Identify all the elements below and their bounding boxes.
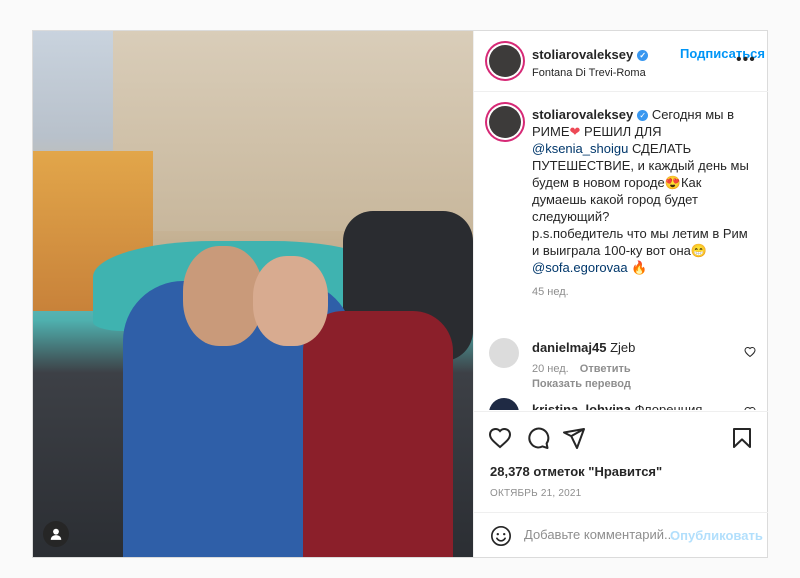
reply-button[interactable]: Ответить bbox=[580, 363, 631, 375]
photo-woman bbox=[303, 311, 453, 557]
comment-text: danielmaj45 Zjeb bbox=[532, 340, 635, 355]
likes-count[interactable]: 28,378 отметок "Нравится" bbox=[490, 464, 662, 479]
post-photo[interactable] bbox=[33, 31, 473, 557]
bookmark-icon[interactable] bbox=[730, 426, 754, 450]
comment-time[interactable]: 20 нед. bbox=[532, 363, 569, 375]
verified-icon: ✓ bbox=[637, 110, 649, 122]
photo-man-head bbox=[183, 246, 263, 346]
photo-woman-head bbox=[253, 256, 328, 346]
post-header: stoliarovaleksey ✓ Подписаться Fontana Di… bbox=[474, 31, 768, 92]
post-sidebar: stoliarovaleksey ✓ Подписаться Fontana Di… bbox=[473, 31, 768, 557]
like-comment-heart-icon[interactable] bbox=[744, 406, 756, 410]
comment-body: Флоренция bbox=[634, 402, 703, 410]
caption: stoliarovaleksey ✓ Сегодня мы в РИМЕ❤ РЕШ… bbox=[532, 106, 757, 301]
user-icon bbox=[50, 528, 62, 540]
comment-meta: 20 нед. Ответить bbox=[532, 363, 631, 375]
comments-section[interactable]: stoliarovaleksey ✓ Сегодня мы в РИМЕ❤ РЕШ… bbox=[474, 92, 768, 410]
tagged-users-button[interactable] bbox=[43, 521, 69, 547]
grin-emoji-icon: 😁 bbox=[690, 243, 708, 258]
author-username[interactable]: stoliarovaleksey ✓ bbox=[532, 47, 649, 62]
comment-text: kristina_lohvina Флоренция bbox=[532, 402, 702, 410]
comment-icon[interactable] bbox=[526, 426, 550, 450]
mention-link[interactable]: @ksenia_shoigu bbox=[532, 141, 628, 156]
like-comment-heart-icon[interactable] bbox=[744, 346, 756, 358]
publish-button[interactable]: Опубликовать bbox=[670, 528, 763, 543]
comment-author[interactable]: danielmaj45 bbox=[532, 340, 606, 355]
emoji-icon[interactable] bbox=[490, 525, 512, 547]
share-icon[interactable] bbox=[562, 426, 586, 450]
fire-emoji-icon: 🔥 bbox=[631, 260, 648, 275]
photo-building bbox=[113, 31, 473, 231]
post-card: stoliarovaleksey ✓ Подписаться Fontana Di… bbox=[32, 30, 768, 558]
caption-time[interactable]: 45 нед. bbox=[532, 284, 757, 301]
location-link[interactable]: Fontana Di Trevi-Roma bbox=[532, 67, 646, 79]
heart-eyes-emoji-icon: 😍 bbox=[664, 175, 681, 190]
post-date: ОКТЯБРЬ 21, 2021 bbox=[490, 488, 582, 499]
more-options-icon[interactable]: ••• bbox=[736, 51, 756, 69]
comment-avatar[interactable] bbox=[489, 338, 519, 368]
heart-icon[interactable] bbox=[488, 426, 512, 450]
translate-button[interactable]: Показать перевод bbox=[532, 378, 631, 390]
mention-link[interactable]: @sofa.egorovaa bbox=[532, 260, 628, 275]
caption-text-2: РЕШИЛ ДЛЯ bbox=[584, 124, 662, 139]
comment-avatar[interactable] bbox=[489, 398, 519, 410]
action-bar: 28,378 отметок "Нравится" ОКТЯБРЬ 21, 20… bbox=[474, 411, 768, 558]
comment-input[interactable] bbox=[524, 527, 674, 542]
author-username-text[interactable]: stoliarovaleksey bbox=[532, 47, 633, 62]
comment-body: Zjeb bbox=[610, 340, 636, 355]
comment-author[interactable]: kristina_lohvina bbox=[532, 402, 631, 410]
caption-author-avatar[interactable] bbox=[489, 106, 521, 138]
heart-emoji-icon: ❤ bbox=[569, 124, 581, 139]
verified-icon: ✓ bbox=[637, 50, 649, 62]
author-avatar[interactable] bbox=[489, 45, 521, 77]
caption-text-5: p.s.победитель что мы летим в Рим и выиг… bbox=[532, 226, 748, 258]
add-comment-bar: Опубликовать bbox=[474, 512, 768, 559]
caption-author[interactable]: stoliarovaleksey bbox=[532, 107, 633, 122]
